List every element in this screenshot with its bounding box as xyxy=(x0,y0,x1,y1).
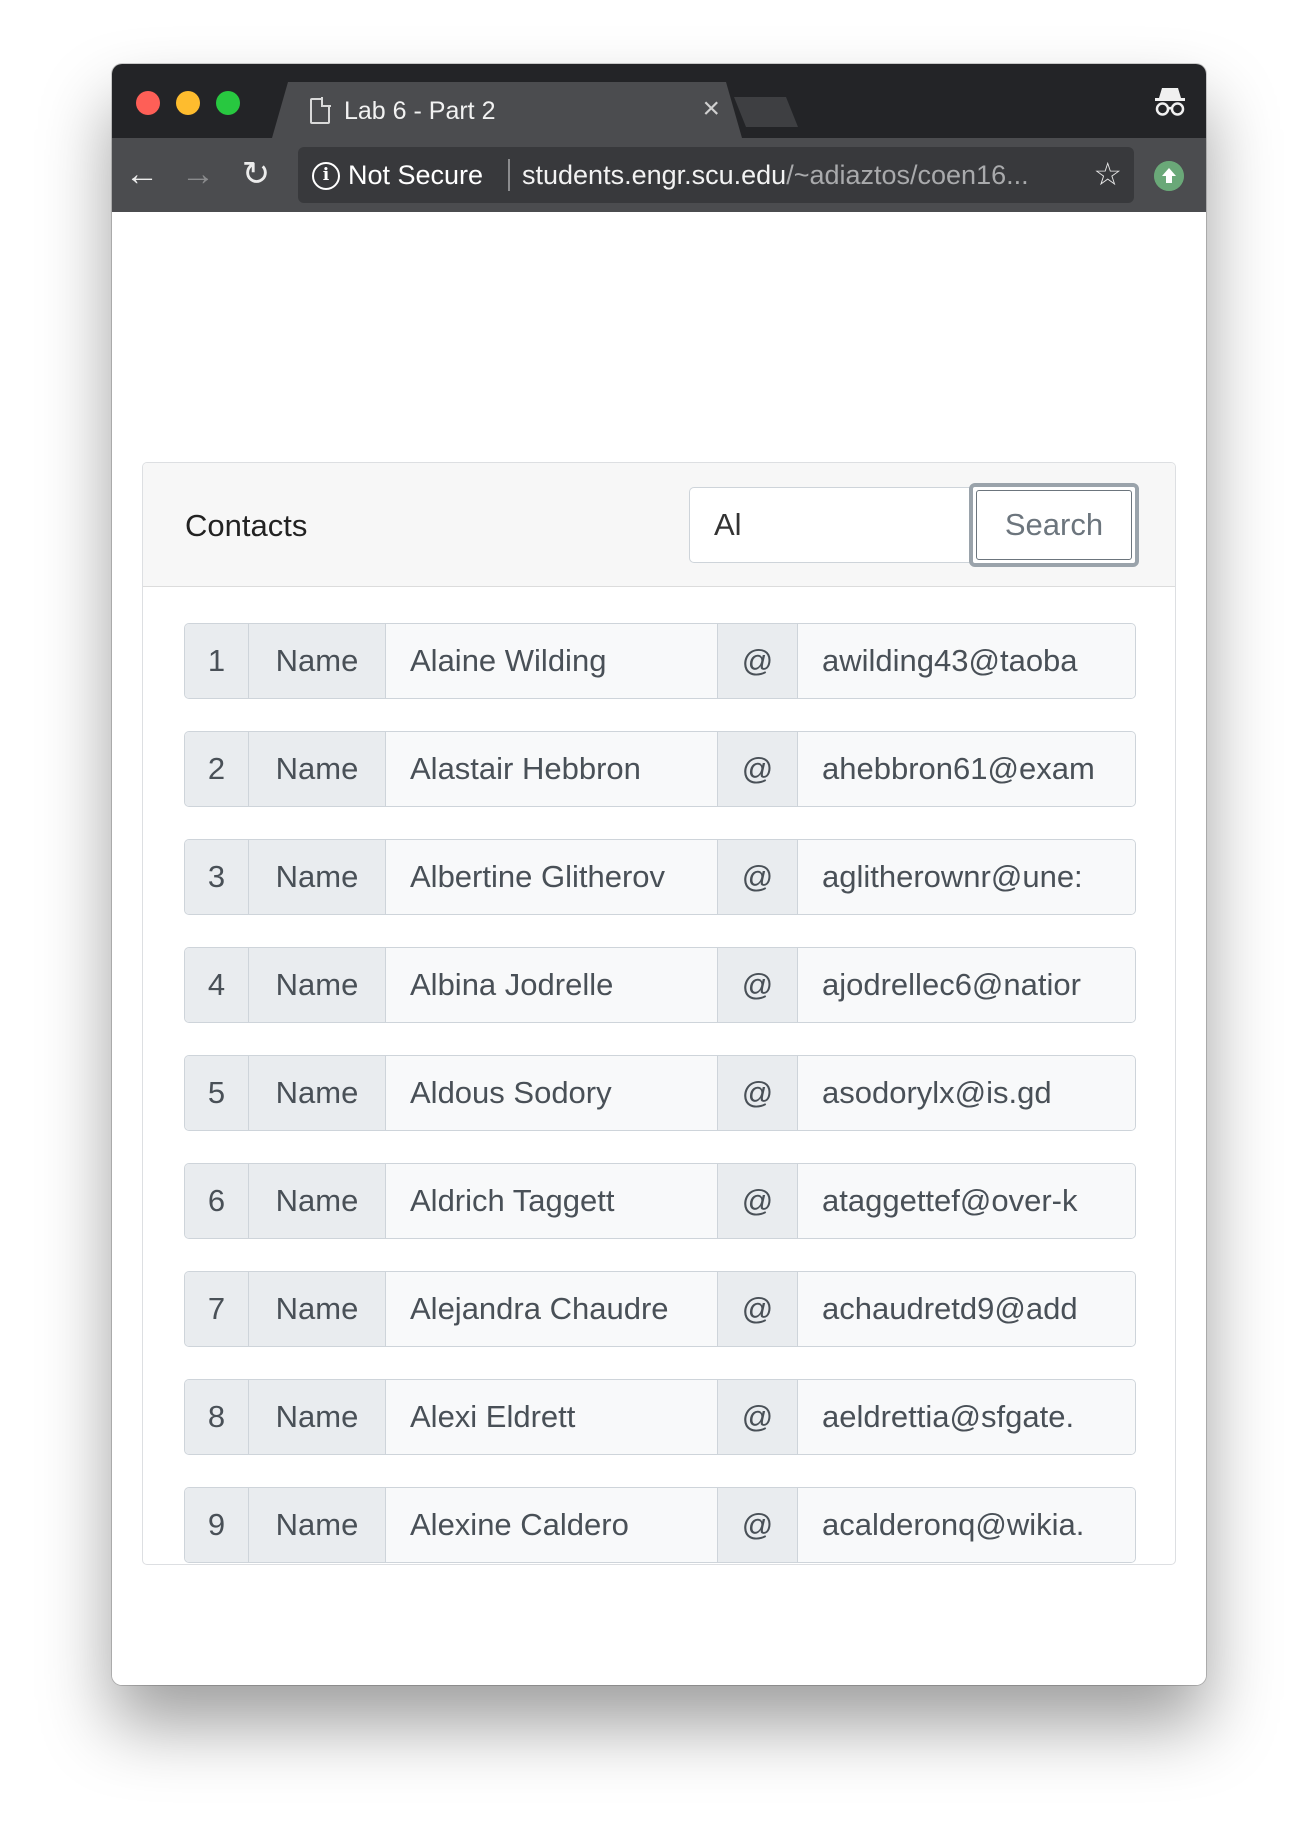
email-value[interactable]: ajodrellec6@natior xyxy=(798,948,1135,1022)
row-index: 2 xyxy=(185,732,249,806)
row-index: 9 xyxy=(185,1488,249,1562)
title-bar: Lab 6 - Part 2 × xyxy=(112,64,1206,138)
name-value[interactable]: Alexine Caldero xyxy=(386,1488,718,1562)
contact-row: 1 Name Alaine Wilding @ awilding43@taoba xyxy=(184,623,1136,699)
contacts-card: Contacts Search 1 Name Alaine Wilding @ … xyxy=(142,462,1176,1565)
at-symbol: @ xyxy=(718,1488,798,1562)
at-symbol: @ xyxy=(718,1380,798,1454)
reload-icon[interactable]: ↻ xyxy=(234,152,278,196)
row-index: 3 xyxy=(185,840,249,914)
contact-row: 4 Name Albina Jodrelle @ ajodrellec6@nat… xyxy=(184,947,1136,1023)
name-label: Name xyxy=(249,732,386,806)
contact-row: 2 Name Alastair Hebbron @ ahebbron61@exa… xyxy=(184,731,1136,807)
name-value[interactable]: Alaine Wilding xyxy=(386,624,718,698)
security-label[interactable]: Not Secure xyxy=(348,159,483,191)
url-path: /~adiaztos/coen16... xyxy=(786,160,1029,190)
at-symbol: @ xyxy=(718,1164,798,1238)
maximize-window-button[interactable] xyxy=(216,91,240,115)
name-label: Name xyxy=(249,1380,386,1454)
name-label: Name xyxy=(249,624,386,698)
incognito-icon xyxy=(1155,88,1185,116)
tab-title: Lab 6 - Part 2 xyxy=(344,97,496,125)
email-value[interactable]: awilding43@taoba xyxy=(798,624,1135,698)
forward-arrow-icon[interactable]: → xyxy=(176,152,220,196)
new-tab-button[interactable] xyxy=(734,97,798,127)
row-index: 5 xyxy=(185,1056,249,1130)
star-icon[interactable]: ☆ xyxy=(1093,156,1122,192)
contacts-list: 1 Name Alaine Wilding @ awilding43@taoba… xyxy=(143,589,1175,1564)
at-symbol: @ xyxy=(718,948,798,1022)
name-value[interactable]: Albina Jodrelle xyxy=(386,948,718,1022)
row-index: 6 xyxy=(185,1164,249,1238)
back-arrow-icon[interactable]: ← xyxy=(120,152,164,196)
name-label: Name xyxy=(249,1164,386,1238)
name-label: Name xyxy=(249,1272,386,1346)
at-symbol: @ xyxy=(718,732,798,806)
contact-row: 9 Name Alexine Caldero @ acalderonq@wiki… xyxy=(184,1487,1136,1563)
at-symbol: @ xyxy=(718,624,798,698)
search-input[interactable] xyxy=(689,487,973,563)
email-value[interactable]: ahebbron61@exam xyxy=(798,732,1135,806)
contact-row: 8 Name Alexi Eldrett @ aeldrettia@sfgate… xyxy=(184,1379,1136,1455)
email-value[interactable]: acalderonq@wikia. xyxy=(798,1488,1135,1562)
row-index: 1 xyxy=(185,624,249,698)
contact-row: 3 Name Albertine Glitherov @ aglitherown… xyxy=(184,839,1136,915)
close-window-button[interactable] xyxy=(136,91,160,115)
url-text[interactable]: students.engr.scu.edu/~adiaztos/coen16..… xyxy=(522,159,1070,191)
contact-row: 5 Name Aldous Sodory @ asodorylx@is.gd xyxy=(184,1055,1136,1131)
page-viewport: Contacts Search 1 Name Alaine Wilding @ … xyxy=(112,212,1206,1685)
url-host: students.engr.scu.edu xyxy=(522,160,787,190)
at-symbol: @ xyxy=(718,1272,798,1346)
name-value[interactable]: Alejandra Chaudre xyxy=(386,1272,718,1346)
row-index: 8 xyxy=(185,1380,249,1454)
name-value[interactable]: Albertine Glitherov xyxy=(386,840,718,914)
info-icon[interactable]: i xyxy=(312,162,340,190)
browser-toolbar: ← → ↻ i Not Secure students.engr.scu.edu… xyxy=(112,138,1206,212)
extension-icon[interactable] xyxy=(1154,161,1184,191)
name-label: Name xyxy=(249,1056,386,1130)
email-value[interactable]: aglitherownr@une: xyxy=(798,840,1135,914)
at-symbol: @ xyxy=(718,840,798,914)
name-label: Name xyxy=(249,1488,386,1562)
doc-icon xyxy=(310,98,330,124)
card-header: Contacts Search xyxy=(143,463,1175,587)
browser-window: Lab 6 - Part 2 × ← → ↻ i Not Secure stud… xyxy=(112,64,1206,1685)
name-value[interactable]: Aldrich Taggett xyxy=(386,1164,718,1238)
minimize-window-button[interactable] xyxy=(176,91,200,115)
email-value[interactable]: aeldrettia@sfgate. xyxy=(798,1380,1135,1454)
email-value[interactable]: asodorylx@is.gd xyxy=(798,1056,1135,1130)
browser-tab[interactable]: Lab 6 - Part 2 × xyxy=(272,82,742,138)
address-divider xyxy=(508,159,510,191)
card-title: Contacts xyxy=(185,508,308,543)
email-value[interactable]: achaudretd9@add xyxy=(798,1272,1135,1346)
name-label: Name xyxy=(249,948,386,1022)
contact-row: 6 Name Aldrich Taggett @ ataggettef@over… xyxy=(184,1163,1136,1239)
close-icon[interactable]: × xyxy=(702,94,720,124)
email-value[interactable]: ataggettef@over-k xyxy=(798,1164,1135,1238)
at-symbol: @ xyxy=(718,1056,798,1130)
name-label: Name xyxy=(249,840,386,914)
contact-row: 7 Name Alejandra Chaudre @ achaudretd9@a… xyxy=(184,1271,1136,1347)
search-button[interactable]: Search xyxy=(969,483,1139,567)
name-value[interactable]: Alastair Hebbron xyxy=(386,732,718,806)
row-index: 4 xyxy=(185,948,249,1022)
name-value[interactable]: Alexi Eldrett xyxy=(386,1380,718,1454)
address-bar[interactable]: i Not Secure students.engr.scu.edu/~adia… xyxy=(298,147,1134,203)
row-index: 7 xyxy=(185,1272,249,1346)
name-value[interactable]: Aldous Sodory xyxy=(386,1056,718,1130)
